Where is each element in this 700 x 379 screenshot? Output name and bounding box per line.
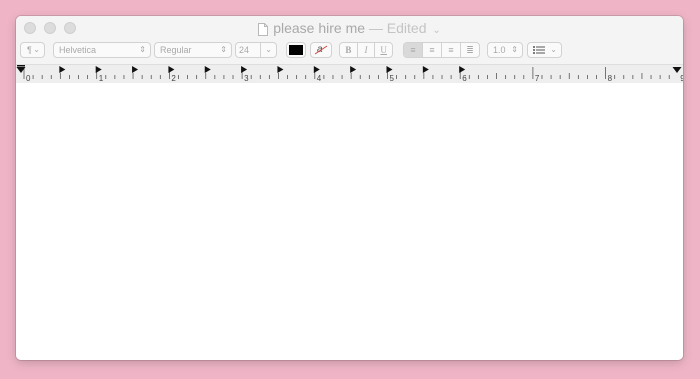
ruler-scale: 0 1 2 3 4 5 6 7 8 9	[16, 65, 683, 83]
tab-stop-marker[interactable]	[95, 66, 102, 73]
ruler[interactable]: 0 1 2 3 4 5 6 7 8 9	[16, 64, 683, 83]
right-indent-marker[interactable]	[672, 67, 682, 73]
ruler-number: 5	[390, 74, 395, 83]
chevron-down-icon: ⌄	[550, 45, 557, 54]
typeface-value: Regular	[160, 45, 192, 55]
justify-icon: ≣	[466, 45, 474, 55]
tab-stop-marker[interactable]	[168, 66, 175, 73]
ruler-number: 4	[317, 74, 322, 83]
window-title-area[interactable]: please hire me — Edited ⌄	[16, 18, 683, 41]
font-family-popup[interactable]: Helvetica ⇕	[53, 42, 151, 58]
chevron-down-icon: ⌄	[33, 45, 40, 54]
no-highlight-slash-icon	[314, 45, 328, 55]
align-center-button[interactable]: ≡	[422, 43, 441, 57]
ruler-number: 7	[535, 74, 540, 83]
bold-button[interactable]: B	[340, 43, 357, 57]
text-color-swatch	[289, 45, 303, 55]
ruler-number: 6	[462, 74, 467, 83]
tab-stop-marker[interactable]	[459, 66, 466, 73]
up-down-arrows-icon: ⇕	[511, 45, 518, 54]
paragraph-icon: ¶	[27, 45, 32, 55]
align-left-button[interactable]: ≡	[404, 43, 422, 57]
font-size-combo[interactable]: 24 ⌄	[235, 42, 277, 58]
ruler-number: 0	[26, 74, 31, 83]
typeface-popup[interactable]: Regular ⇕	[154, 42, 232, 58]
tab-stop-marker[interactable]	[241, 66, 248, 73]
tab-stop-marker[interactable]	[277, 66, 284, 73]
chevron-down-icon: ⌄	[432, 25, 441, 36]
textedit-window: please hire me — Edited ⌄ ¶ ⌄ Helvetica …	[16, 16, 683, 360]
tab-stop-marker[interactable]	[386, 66, 393, 73]
first-line-indent-marker[interactable]	[17, 65, 25, 67]
justify-button[interactable]: ≣	[460, 43, 479, 57]
tab-stop-marker[interactable]	[350, 66, 357, 73]
italic-button[interactable]: I	[356, 43, 375, 57]
align-right-button[interactable]: ≡	[441, 43, 460, 57]
font-family-value: Helvetica	[59, 45, 97, 55]
align-left-icon: ≡	[410, 45, 416, 55]
tab-stop-marker[interactable]	[422, 66, 429, 73]
highlight-color-well[interactable]: a	[310, 42, 332, 58]
text-color-well[interactable]	[286, 42, 306, 58]
text-style-segmented-control: B I U	[339, 42, 393, 58]
alignment-segmented-control: ≡ ≡ ≡ ≣	[403, 42, 480, 58]
document-body[interactable]	[16, 83, 683, 360]
tab-stop-marker[interactable]	[132, 66, 139, 73]
ruler-number: 1	[99, 74, 104, 83]
underline-button[interactable]: U	[374, 43, 392, 57]
up-down-arrows-icon: ⇕	[220, 45, 227, 54]
tab-stop-marker[interactable]	[313, 66, 320, 73]
font-size-value: 24	[239, 45, 250, 55]
ruler-number: 2	[171, 74, 176, 83]
list-bullets-popup[interactable]: ⌄	[527, 42, 562, 58]
chevron-down-icon: ⌄	[265, 45, 272, 54]
paragraph-styles-button[interactable]: ¶ ⌄	[20, 42, 45, 58]
line-spacing-value: 1.0	[493, 45, 506, 55]
ruler-number: 3	[244, 74, 249, 83]
tab-stop-marker[interactable]	[204, 66, 211, 73]
line-spacing-popup[interactable]: 1.0 ⇕	[487, 42, 523, 58]
list-bullets-icon	[533, 46, 545, 54]
edited-status: — Edited	[368, 20, 427, 36]
ruler-number: 9	[680, 74, 683, 83]
align-center-icon: ≡	[429, 45, 435, 55]
up-down-arrows-icon: ⇕	[139, 45, 146, 54]
window-title: please hire me	[273, 20, 366, 36]
align-right-icon: ≡	[448, 45, 454, 55]
title-bar: please hire me — Edited ⌄ ¶ ⌄ Helvetica …	[16, 16, 683, 83]
ruler-number: 8	[608, 74, 613, 83]
document-icon	[258, 21, 269, 41]
tab-stop-marker[interactable]	[59, 66, 66, 73]
